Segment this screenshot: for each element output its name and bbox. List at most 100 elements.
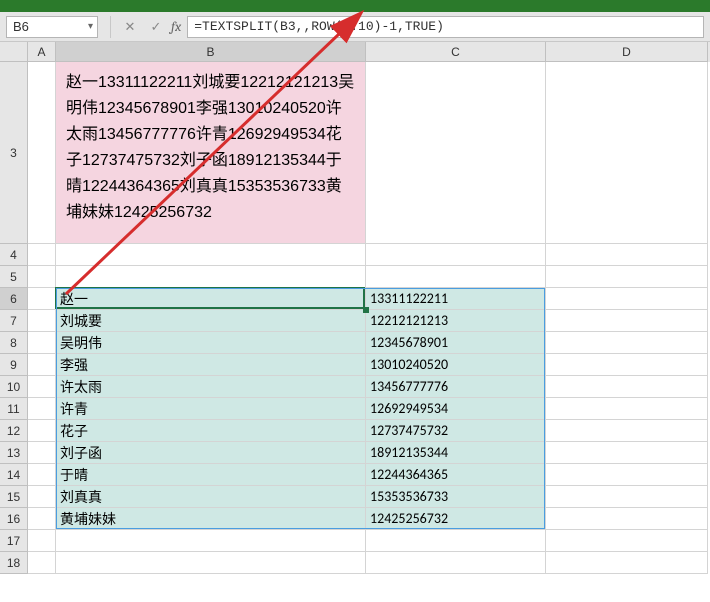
cell-B16[interactable]: 黄埔妹妹: [56, 508, 366, 530]
cell-D3[interactable]: [546, 62, 708, 244]
cell-D10[interactable]: [546, 376, 708, 398]
cell-D18[interactable]: [546, 552, 708, 574]
row-15: 15 刘真真15353536733: [0, 486, 710, 508]
cell-C16[interactable]: 12425256732: [366, 508, 546, 530]
cell-C3[interactable]: [366, 62, 546, 244]
cell-D7[interactable]: [546, 310, 708, 332]
cell-D16[interactable]: [546, 508, 708, 530]
cell-B6[interactable]: 赵一: [56, 288, 366, 310]
cell-B12[interactable]: 花子: [56, 420, 366, 442]
cell-A15[interactable]: [28, 486, 56, 508]
cell-B3-merged[interactable]: 赵一13311122211刘城要12212121213吴明伟1234567890…: [56, 62, 366, 244]
cell-C10[interactable]: 13456777776: [366, 376, 546, 398]
cell-A5[interactable]: [28, 266, 56, 288]
cell-C6[interactable]: 13311122211: [366, 288, 546, 310]
cell-B4[interactable]: [56, 244, 366, 266]
cell-B15[interactable]: 刘真真: [56, 486, 366, 508]
formula-input[interactable]: =TEXTSPLIT(B3,,ROW(1:10)-1,TRUE): [187, 16, 704, 38]
cell-D11[interactable]: [546, 398, 708, 420]
cell-A6[interactable]: [28, 288, 56, 310]
worksheet-grid[interactable]: A B C D 3 赵一13311122211刘城要12212121213吴明伟…: [0, 42, 710, 574]
row-header-5[interactable]: 5: [0, 266, 28, 288]
cell-B13[interactable]: 刘子函: [56, 442, 366, 464]
fx-label[interactable]: fx: [171, 18, 181, 35]
cell-C15[interactable]: 15353536733: [366, 486, 546, 508]
cell-B17[interactable]: [56, 530, 366, 552]
cell-A3[interactable]: [28, 62, 56, 244]
row-header-14[interactable]: 14: [0, 464, 28, 486]
row-header-7[interactable]: 7: [0, 310, 28, 332]
cell-B11[interactable]: 许青: [56, 398, 366, 420]
cell-B5[interactable]: [56, 266, 366, 288]
cell-D14[interactable]: [546, 464, 708, 486]
row-header-6[interactable]: 6: [0, 288, 28, 310]
cell-B9[interactable]: 李强: [56, 354, 366, 376]
cell-B8[interactable]: 吴明伟: [56, 332, 366, 354]
cell-A4[interactable]: [28, 244, 56, 266]
row-header-4[interactable]: 4: [0, 244, 28, 266]
cell-D5[interactable]: [546, 266, 708, 288]
row-header-12[interactable]: 12: [0, 420, 28, 442]
cell-D13[interactable]: [546, 442, 708, 464]
cell-C5[interactable]: [366, 266, 546, 288]
name-box[interactable]: B6: [6, 16, 98, 38]
row-header-11[interactable]: 11: [0, 398, 28, 420]
cell-A9[interactable]: [28, 354, 56, 376]
row-header-9[interactable]: 9: [0, 354, 28, 376]
row-4: 4: [0, 244, 710, 266]
row-16: 16 黄埔妹妹12425256732: [0, 508, 710, 530]
cell-D17[interactable]: [546, 530, 708, 552]
select-all-corner[interactable]: [0, 42, 28, 62]
cell-B18[interactable]: [56, 552, 366, 574]
cell-D8[interactable]: [546, 332, 708, 354]
row-3: 3 赵一13311122211刘城要12212121213吴明伟12345678…: [0, 62, 710, 244]
column-header-row: A B C D: [0, 42, 710, 62]
cell-C7[interactable]: 12212121213: [366, 310, 546, 332]
row-10: 10 许太雨13456777776: [0, 376, 710, 398]
row-header-10[interactable]: 10: [0, 376, 28, 398]
cell-A11[interactable]: [28, 398, 56, 420]
cell-C18[interactable]: [366, 552, 546, 574]
cell-A14[interactable]: [28, 464, 56, 486]
cell-D12[interactable]: [546, 420, 708, 442]
row-header-17[interactable]: 17: [0, 530, 28, 552]
col-header-D[interactable]: D: [546, 42, 708, 62]
cell-A18[interactable]: [28, 552, 56, 574]
row-17: 17: [0, 530, 710, 552]
enter-icon[interactable]: ✓: [147, 19, 165, 35]
cell-C13[interactable]: 18912135344: [366, 442, 546, 464]
row-5: 5: [0, 266, 710, 288]
cell-B10[interactable]: 许太雨: [56, 376, 366, 398]
cell-D9[interactable]: [546, 354, 708, 376]
row-9: 9 李强13010240520: [0, 354, 710, 376]
cell-C14[interactable]: 12244364365: [366, 464, 546, 486]
cell-A13[interactable]: [28, 442, 56, 464]
cell-A8[interactable]: [28, 332, 56, 354]
cell-C11[interactable]: 12692949534: [366, 398, 546, 420]
cell-C17[interactable]: [366, 530, 546, 552]
cell-A10[interactable]: [28, 376, 56, 398]
cell-D6[interactable]: [546, 288, 708, 310]
cell-C4[interactable]: [366, 244, 546, 266]
cell-A17[interactable]: [28, 530, 56, 552]
row-header-15[interactable]: 15: [0, 486, 28, 508]
cell-A12[interactable]: [28, 420, 56, 442]
col-header-C[interactable]: C: [366, 42, 546, 62]
cell-D4[interactable]: [546, 244, 708, 266]
cell-C9[interactable]: 13010240520: [366, 354, 546, 376]
row-header-8[interactable]: 8: [0, 332, 28, 354]
cell-A7[interactable]: [28, 310, 56, 332]
col-header-A[interactable]: A: [28, 42, 56, 62]
cell-B7[interactable]: 刘城要: [56, 310, 366, 332]
row-header-16[interactable]: 16: [0, 508, 28, 530]
cell-D15[interactable]: [546, 486, 708, 508]
cell-A16[interactable]: [28, 508, 56, 530]
cell-B14[interactable]: 于晴: [56, 464, 366, 486]
row-header-18[interactable]: 18: [0, 552, 28, 574]
row-header-3[interactable]: 3: [0, 62, 28, 244]
cell-C8[interactable]: 12345678901: [366, 332, 546, 354]
col-header-B[interactable]: B: [56, 42, 366, 62]
row-header-13[interactable]: 13: [0, 442, 28, 464]
cell-C12[interactable]: 12737475732: [366, 420, 546, 442]
cancel-icon[interactable]: ✕: [121, 19, 139, 35]
